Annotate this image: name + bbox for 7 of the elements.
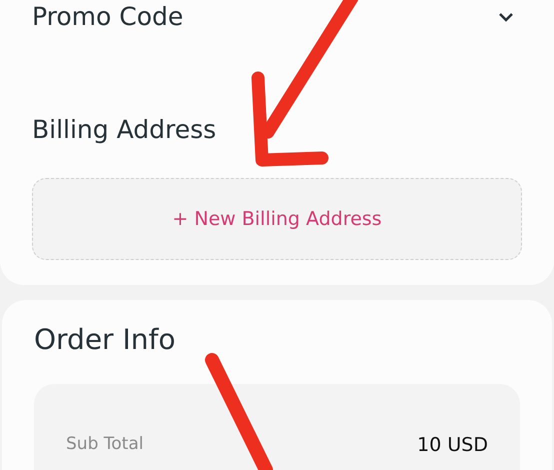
promo-code-toggle[interactable]: Promo Code — [32, 0, 522, 34]
chevron-down-icon — [498, 12, 514, 22]
section-title: Order Info — [34, 323, 176, 357]
row-label: Sub Total — [66, 433, 144, 456]
section-title: Billing Address — [32, 114, 218, 146]
row-value: 10 USD — [417, 432, 488, 458]
new-billing-address-button[interactable]: + New Billing Address — [32, 178, 522, 260]
